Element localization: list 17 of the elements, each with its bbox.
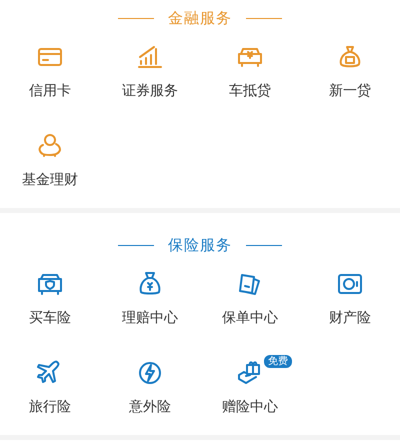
service-label[interactable]: 证券服务	[122, 81, 178, 101]
service-label[interactable]: 车抵贷	[229, 81, 271, 101]
service-label[interactable]: 新一贷	[329, 81, 371, 101]
section-title: 金融服务	[168, 8, 232, 28]
service-label[interactable]: 财产险	[329, 308, 371, 328]
service-label[interactable]: 意外险	[129, 397, 171, 417]
service-label[interactable]: 信用卡	[29, 81, 71, 101]
service-label[interactable]: 旅行险	[29, 397, 71, 417]
free-badge: 免费	[263, 354, 293, 369]
service-label[interactable]: 保单中心	[222, 308, 278, 328]
service-label[interactable]: 理赔中心	[122, 308, 178, 328]
service-label[interactable]: 赠险中心	[222, 397, 278, 417]
service-label[interactable]: 基金理财	[22, 170, 78, 190]
service-label[interactable]: 买车险	[29, 308, 71, 328]
bar-chart-icon[interactable]	[136, 43, 164, 71]
section-title: 保险服务	[168, 236, 232, 254]
lightning-icon[interactable]	[136, 359, 164, 387]
